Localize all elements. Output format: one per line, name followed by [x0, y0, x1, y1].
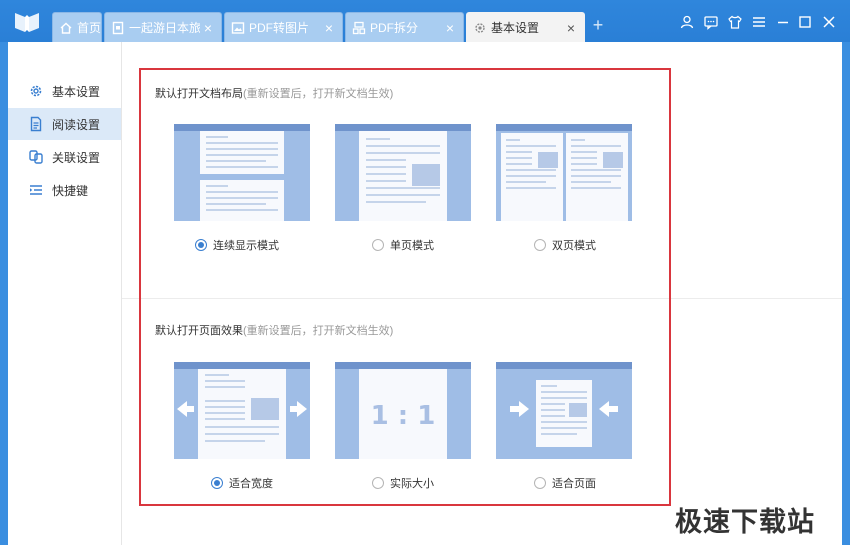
- option-label: 实际大小: [390, 478, 434, 490]
- tab-close-icon[interactable]: ×: [200, 20, 216, 36]
- menu-icon[interactable]: [751, 14, 767, 30]
- maximize-icon[interactable]: [797, 14, 813, 30]
- sidebar-item-shortcut[interactable]: 快捷键: [8, 174, 121, 206]
- effect-section-title: 默认打开页面效果(重新设置后，打开新文档生效): [155, 322, 393, 338]
- option-label: 适合宽度: [229, 478, 273, 490]
- skin-icon[interactable]: [727, 14, 743, 30]
- single-page-thumbnail[interactable]: [335, 124, 471, 221]
- radio-button[interactable]: [534, 477, 546, 489]
- tab-pdf-split[interactable]: PDF拆分 ×: [345, 12, 464, 42]
- option-label: 连续显示模式: [213, 240, 279, 252]
- sidebar-item-basic[interactable]: 基本设置: [8, 75, 121, 107]
- site-watermark: 极速下载站: [675, 507, 815, 538]
- actual-size-ratio: 1 : 1: [371, 401, 436, 431]
- double-page-thumbnail[interactable]: [496, 124, 632, 221]
- sidebar-item-label: 关联设置: [52, 150, 101, 165]
- settings-window: 基本设置 阅读设置 关联设置 快捷键 默认打开文档布局(重新设置后，打开新文档生…: [8, 42, 842, 545]
- actual-size-thumbnail[interactable]: 1 : 1: [335, 362, 471, 459]
- link-icon: [29, 150, 43, 164]
- single-page-option[interactable]: 单页模式: [372, 237, 434, 253]
- feedback-icon[interactable]: [703, 14, 719, 30]
- document-icon: [112, 21, 124, 34]
- fit-width-option[interactable]: 适合宽度: [211, 475, 273, 491]
- actual-size-option[interactable]: 实际大小: [372, 475, 434, 491]
- tab-basic-settings[interactable]: 基本设置 ×: [466, 12, 585, 42]
- section-title-text: 默认打开文档布局: [155, 88, 243, 100]
- section-title-note: (重新设置后，打开新文档生效): [243, 88, 394, 100]
- double-page-option[interactable]: 双页模式: [534, 237, 596, 253]
- fit-width-thumbnail[interactable]: [174, 362, 310, 459]
- tab-document[interactable]: 一起游日本旅游 ×: [104, 12, 222, 42]
- minimize-icon[interactable]: [775, 14, 791, 30]
- image-icon: [231, 21, 245, 34]
- tab-pdf-to-image[interactable]: PDF转图片 ×: [224, 12, 343, 42]
- option-label: 适合页面: [552, 478, 596, 490]
- tab-close-icon[interactable]: ×: [321, 20, 337, 36]
- tab-label: 首页: [77, 21, 101, 35]
- tab-label: PDF转图片: [249, 21, 310, 35]
- gear-icon: [30, 85, 42, 97]
- radio-button[interactable]: [211, 477, 223, 489]
- tab-label: 一起游日本旅游: [129, 21, 200, 35]
- read-doc-icon: [30, 116, 42, 132]
- sidebar-item-label: 快捷键: [52, 183, 89, 198]
- sidebar-item-label: 阅读设置: [52, 117, 101, 132]
- radio-button[interactable]: [534, 239, 546, 251]
- radio-button[interactable]: [195, 239, 207, 251]
- tab-label: 基本设置: [491, 21, 540, 35]
- new-tab-button[interactable]: +: [589, 14, 607, 36]
- option-label: 双页模式: [552, 240, 596, 252]
- option-label: 单页模式: [390, 240, 434, 252]
- continuous-mode-option[interactable]: 连续显示模式: [195, 237, 279, 253]
- continuous-mode-thumbnail[interactable]: [174, 124, 310, 221]
- tab-home[interactable]: 首页: [52, 12, 102, 42]
- settings-icon: [475, 22, 485, 33]
- title-bar: 首页 一起游日本旅游 × PDF转图片 × PDF拆分 × 基本设置 × +: [0, 0, 850, 42]
- section-title-note: (重新设置后，打开新文档生效): [243, 325, 394, 337]
- fit-page-option[interactable]: 适合页面: [534, 475, 596, 491]
- fit-page-thumbnail[interactable]: [496, 362, 632, 459]
- section-title-text: 默认打开页面效果: [155, 325, 243, 337]
- shortcut-icon: [30, 185, 42, 195]
- sidebar-item-label: 基本设置: [52, 84, 101, 99]
- app-logo-icon: [15, 13, 39, 32]
- tab-label: PDF拆分: [370, 21, 419, 35]
- sidebar-item-association[interactable]: 关联设置: [8, 141, 121, 173]
- tab-close-icon[interactable]: ×: [563, 20, 579, 36]
- settings-sidebar: 基本设置 阅读设置 关联设置 快捷键: [8, 42, 122, 545]
- split-icon: [352, 21, 366, 34]
- user-icon[interactable]: [679, 14, 695, 30]
- close-icon[interactable]: [821, 14, 837, 30]
- tab-close-icon[interactable]: ×: [442, 20, 458, 36]
- radio-button[interactable]: [372, 477, 384, 489]
- home-icon: [60, 22, 72, 34]
- sidebar-item-reading[interactable]: 阅读设置: [8, 108, 121, 140]
- radio-button[interactable]: [372, 239, 384, 251]
- layout-section-title: 默认打开文档布局(重新设置后，打开新文档生效): [155, 85, 393, 101]
